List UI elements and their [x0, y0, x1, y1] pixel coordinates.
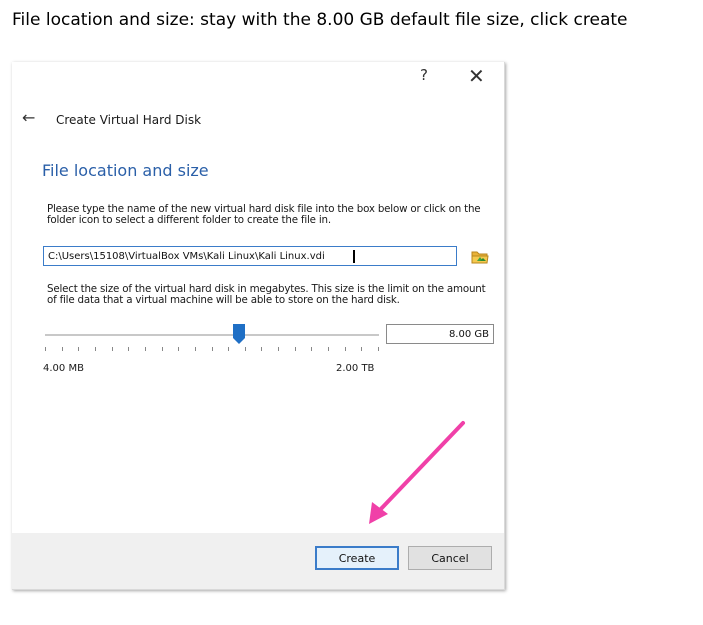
slider-tick	[144, 347, 146, 351]
slider-tick	[228, 347, 230, 351]
create-button[interactable]: Create	[315, 546, 399, 570]
size-value-field[interactable]	[386, 324, 494, 344]
help-button[interactable]: ?	[420, 66, 428, 84]
slider-max-label: 2.00 TB	[336, 363, 375, 374]
dialog-title: Create Virtual Hard Disk	[56, 113, 202, 127]
slider-tick	[361, 347, 363, 351]
slider-tick	[194, 347, 196, 351]
slider-tick	[94, 347, 96, 351]
slider-tick	[45, 347, 46, 351]
create-virtual-hard-disk-dialog: ? ✕ ← Create Virtual Hard Disk File loca…	[12, 62, 505, 590]
slider-tick	[328, 347, 330, 351]
slider-ticks	[45, 347, 379, 353]
section-heading: File location and size	[42, 161, 209, 180]
slider-tick	[278, 347, 280, 351]
size-description: Select the size of the virtual hard disk…	[47, 283, 486, 306]
size-slider-handle[interactable]	[232, 324, 245, 344]
slider-tick	[128, 347, 130, 351]
slider-min-label: 4.00 MB	[43, 363, 84, 374]
close-icon[interactable]: ✕	[468, 64, 485, 88]
slider-tick	[344, 347, 346, 351]
location-description: Please type the name of the new virtual …	[47, 203, 481, 226]
slider-tick	[178, 347, 180, 351]
slider-tick	[311, 347, 313, 351]
slider-tick	[211, 347, 213, 351]
slider-tick	[294, 347, 296, 351]
size-slider-track[interactable]	[45, 334, 379, 336]
slider-tick	[61, 347, 63, 351]
button-bar: Create Cancel	[12, 533, 504, 589]
slider-tick	[261, 347, 263, 351]
instruction-caption: File location and size: stay with the 8.…	[12, 10, 628, 30]
slider-tick	[78, 347, 80, 351]
slider-tick	[378, 347, 379, 351]
slider-tick	[244, 347, 246, 351]
slider-tick	[161, 347, 163, 351]
file-path-input[interactable]	[43, 246, 457, 266]
folder-icon[interactable]	[471, 249, 489, 265]
cancel-button[interactable]: Cancel	[408, 546, 492, 570]
back-arrow-icon[interactable]: ←	[22, 108, 35, 127]
slider-tick	[111, 347, 113, 351]
text-caret	[353, 250, 355, 263]
